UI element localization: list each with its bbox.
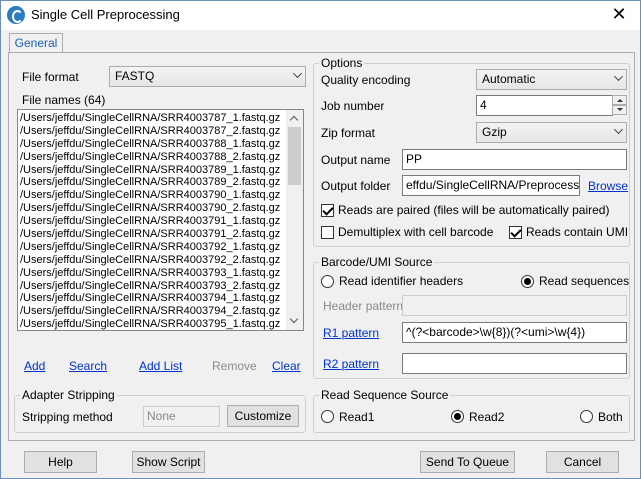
add-link[interactable]: Add: [24, 359, 45, 373]
customize-button[interactable]: Customize: [227, 405, 299, 427]
tab-general[interactable]: General: [9, 33, 63, 53]
contain-umi-checkbox[interactable]: [509, 226, 522, 239]
list-item[interactable]: /Users/jeffdu/SingleCellRNA/SRR4003792_2…: [20, 254, 282, 267]
scroll-thumb[interactable]: [288, 127, 301, 185]
list-item[interactable]: /Users/jeffdu/SingleCellRNA/SRR4003793_2…: [20, 280, 282, 293]
stripping-method-field: None: [143, 406, 220, 427]
scroll-down-icon[interactable]: [286, 313, 303, 330]
chevron-down-icon: [293, 69, 302, 78]
adapter-stripping-title: Adapter Stripping: [20, 388, 117, 402]
reads-paired-label: Reads are paired (files will be automati…: [338, 203, 610, 217]
list-item[interactable]: /Users/jeffdu/SingleCellRNA/SRR4003787_2…: [20, 125, 282, 138]
file-format-select[interactable]: FASTQ: [109, 66, 306, 87]
remove-link: Remove: [212, 359, 257, 373]
job-number-stepper[interactable]: [612, 95, 627, 116]
output-folder-label: Output folder: [321, 179, 391, 193]
contain-umi-label: Reads contain UMI: [526, 225, 629, 239]
options-title: Options: [319, 56, 365, 70]
search-link[interactable]: Search: [69, 359, 107, 373]
barcode-umi-title: Barcode/UMI Source: [319, 255, 435, 269]
file-list-scrollbar[interactable]: [286, 110, 303, 330]
help-button[interactable]: Help: [24, 451, 97, 473]
list-item[interactable]: /Users/jeffdu/SingleCellRNA/SRR4003794_1…: [20, 292, 282, 305]
list-item[interactable]: /Users/jeffdu/SingleCellRNA/SRR4003790_1…: [20, 189, 282, 202]
list-item[interactable]: /Users/jeffdu/SingleCellRNA/SRR4003791_2…: [20, 228, 282, 241]
output-name-label: Output name: [321, 153, 391, 167]
read2-label: Read2: [469, 410, 505, 424]
cancel-button[interactable]: Cancel: [546, 451, 619, 473]
send-to-queue-button[interactable]: Send To Queue: [420, 451, 515, 473]
chevron-down-icon: [614, 72, 623, 81]
list-item[interactable]: /Users/jeffdu/SingleCellRNA/SRR4003789_2…: [20, 176, 282, 189]
list-item[interactable]: /Users/jeffdu/SingleCellRNA/SRR4003795_1…: [20, 318, 282, 330]
list-item[interactable]: /Users/jeffdu/SingleCellRNA/SRR4003793_1…: [20, 267, 282, 280]
header-pattern-label: Header pattern: [323, 299, 404, 313]
stripping-method-label: Stripping method: [22, 410, 113, 424]
zip-format-value: Gzip: [482, 125, 507, 139]
r1-pattern-input[interactable]: ^(?<barcode>\w{8})(?<umi>\w{4}): [402, 322, 627, 343]
zip-format-select[interactable]: Gzip: [476, 122, 627, 143]
list-item[interactable]: /Users/jeffdu/SingleCellRNA/SRR4003794_2…: [20, 305, 282, 318]
list-item[interactable]: /Users/jeffdu/SingleCellRNA/SRR4003791_1…: [20, 215, 282, 228]
read-source-title: Read Sequence Source: [319, 388, 451, 402]
browse-link[interactable]: Browse: [588, 179, 628, 193]
read-headers-label: Read identifier headers: [339, 274, 464, 288]
r2-pattern-input[interactable]: [402, 353, 627, 374]
job-number-input[interactable]: 4: [476, 95, 613, 116]
read1-radio[interactable]: [321, 410, 334, 423]
app-icon: [7, 6, 25, 24]
file-names-label: File names (64): [22, 93, 106, 107]
header-pattern-input: [402, 295, 627, 316]
r2-pattern-link[interactable]: R2 pattern: [323, 357, 379, 371]
show-script-button[interactable]: Show Script: [132, 451, 205, 473]
list-item[interactable]: /Users/jeffdu/SingleCellRNA/SRR4003788_2…: [20, 151, 282, 164]
read2-radio[interactable]: [451, 410, 464, 423]
list-item[interactable]: /Users/jeffdu/SingleCellRNA/SRR4003790_2…: [20, 202, 282, 215]
list-item[interactable]: /Users/jeffdu/SingleCellRNA/SRR4003789_1…: [20, 164, 282, 177]
reads-paired-checkbox[interactable]: [321, 204, 334, 217]
title-bar: Single Cell Preprocessing ✕: [1, 1, 640, 30]
add-list-link[interactable]: Add List: [139, 359, 182, 373]
file-names-list[interactable]: /Users/jeffdu/SingleCellRNA/SRR4003787_1…: [17, 109, 304, 331]
spin-down-icon[interactable]: [612, 105, 627, 115]
spin-up-icon[interactable]: [612, 95, 627, 105]
read-sequences-label: Read sequences: [539, 274, 630, 288]
list-item[interactable]: /Users/jeffdu/SingleCellRNA/SRR4003792_1…: [20, 241, 282, 254]
demultiplex-label: Demultiplex with cell barcode: [338, 225, 494, 239]
file-format-label: File format: [22, 70, 79, 84]
list-item[interactable]: /Users/jeffdu/SingleCellRNA/SRR4003788_1…: [20, 138, 282, 151]
read-sequences-radio[interactable]: [521, 275, 534, 288]
r1-pattern-link[interactable]: R1 pattern: [323, 326, 379, 340]
close-icon[interactable]: ✕: [601, 3, 637, 27]
chevron-down-icon: [614, 125, 623, 134]
dialog-window: Single Cell Preprocessing ✕ General File…: [0, 0, 641, 479]
both-radio[interactable]: [580, 410, 593, 423]
demultiplex-checkbox[interactable]: [321, 226, 334, 239]
read-headers-radio[interactable]: [321, 275, 334, 288]
both-label: Both: [598, 410, 623, 424]
quality-encoding-label: Quality encoding: [321, 73, 411, 87]
output-folder-input[interactable]: effdu/SingleCellRNA/Preprocessing: [402, 175, 580, 196]
output-name-input[interactable]: PP: [402, 149, 627, 170]
clear-link[interactable]: Clear: [272, 359, 301, 373]
quality-encoding-value: Automatic: [482, 72, 536, 86]
zip-format-label: Zip format: [321, 126, 376, 140]
list-item[interactable]: /Users/jeffdu/SingleCellRNA/SRR4003787_1…: [20, 112, 282, 125]
window-title: Single Cell Preprocessing: [31, 7, 180, 22]
quality-encoding-select[interactable]: Automatic: [476, 69, 627, 90]
job-number-label: Job number: [321, 99, 385, 113]
file-format-value: FASTQ: [115, 69, 155, 83]
scroll-up-icon[interactable]: [286, 110, 303, 127]
read1-label: Read1: [339, 410, 375, 424]
